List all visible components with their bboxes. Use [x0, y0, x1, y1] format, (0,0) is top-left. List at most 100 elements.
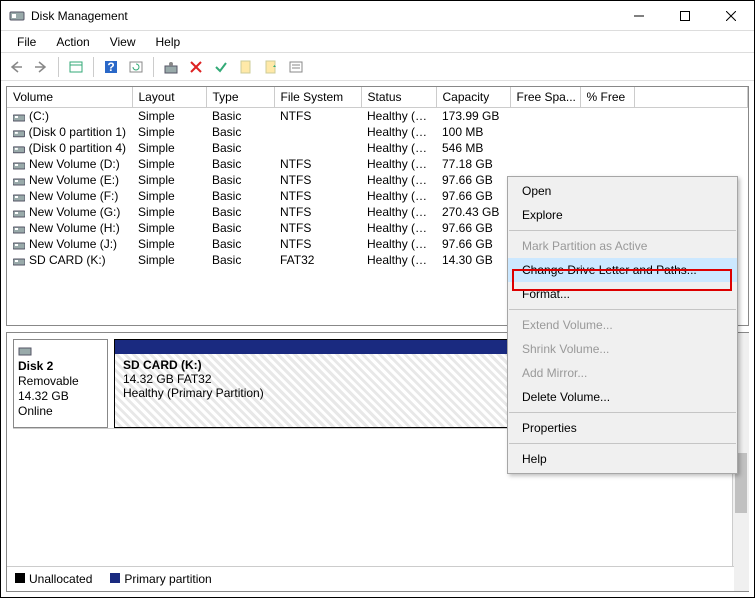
new-button[interactable] — [235, 56, 257, 78]
toolbar: ? — [1, 53, 754, 81]
volume-name: SD CARD (K:) — [29, 253, 106, 267]
partition-status: Healthy (Primary Partition) — [123, 386, 264, 400]
cell-type: Basic — [206, 108, 274, 125]
ctx-open[interactable]: Open — [508, 179, 737, 203]
col-fs[interactable]: File System — [274, 87, 361, 108]
list-button[interactable] — [285, 56, 307, 78]
cell-capacity: 97.66 GB — [436, 188, 510, 204]
cell-status: Healthy (B... — [361, 156, 436, 172]
cell-layout: Simple — [132, 252, 206, 268]
cell-fs: NTFS — [274, 204, 361, 220]
partition-size: 14.32 GB FAT32 — [123, 372, 212, 386]
cell-fs: NTFS — [274, 156, 361, 172]
maximize-button[interactable] — [662, 1, 708, 31]
volume-name: (Disk 0 partition 1) — [29, 125, 126, 139]
cell-layout: Simple — [132, 172, 206, 188]
col-pct[interactable]: % Free — [580, 87, 634, 108]
volume-name: New Volume (F:) — [29, 189, 118, 203]
settings-button[interactable] — [160, 56, 182, 78]
volume-name: (C:) — [29, 109, 49, 123]
ctx-change-letter[interactable]: Change Drive Letter and Paths... — [508, 258, 737, 282]
disk-title: Disk 2 — [18, 359, 103, 373]
disk-size: 14.32 GB — [18, 389, 103, 403]
cell-fs — [274, 140, 361, 156]
apply-button[interactable] — [210, 56, 232, 78]
ctx-delete[interactable]: Delete Volume... — [508, 385, 737, 409]
col-free[interactable]: Free Spa... — [510, 87, 580, 108]
rescan-button[interactable] — [260, 56, 282, 78]
view-button[interactable] — [65, 56, 87, 78]
cell-capacity: 100 MB — [436, 124, 510, 140]
window-title: Disk Management — [31, 9, 616, 23]
menu-help[interactable]: Help — [146, 33, 191, 51]
forward-button[interactable] — [30, 56, 52, 78]
back-button[interactable] — [5, 56, 27, 78]
cell-type: Basic — [206, 236, 274, 252]
cell-type: Basic — [206, 172, 274, 188]
content-area: Volume Layout Type File System Status Ca… — [1, 81, 754, 597]
delete-button[interactable] — [185, 56, 207, 78]
ctx-help[interactable]: Help — [508, 447, 737, 471]
cell-layout: Simple — [132, 140, 206, 156]
cell-fs — [274, 124, 361, 140]
volume-icon — [13, 175, 25, 185]
ctx-format[interactable]: Format... — [508, 282, 737, 306]
cell-status: Healthy (B... — [361, 220, 436, 236]
volume-name: New Volume (J:) — [29, 237, 117, 251]
table-row[interactable]: (Disk 0 partition 4)SimpleBasicHealthy (… — [7, 140, 748, 156]
cell-type: Basic — [206, 220, 274, 236]
disk-icon — [18, 344, 32, 358]
col-status[interactable]: Status — [361, 87, 436, 108]
cell-capacity: 97.66 GB — [436, 236, 510, 252]
disk-state: Online — [18, 404, 103, 418]
volume-icon — [13, 127, 25, 137]
cell-type: Basic — [206, 140, 274, 156]
cell-fs: NTFS — [274, 220, 361, 236]
cell-type: Basic — [206, 188, 274, 204]
cell-type: Basic — [206, 156, 274, 172]
table-row[interactable]: (Disk 0 partition 1)SimpleBasicHealthy (… — [7, 124, 748, 140]
table-row[interactable]: New Volume (D:) SimpleBasicNTFSHealthy (B… — [7, 156, 748, 172]
volume-name: New Volume (D:) — [29, 157, 120, 171]
cell-layout: Simple — [132, 108, 206, 125]
cell-type: Basic — [206, 204, 274, 220]
col-type[interactable]: Type — [206, 87, 274, 108]
help-button[interactable]: ? — [100, 56, 122, 78]
volume-icon — [13, 239, 25, 249]
ctx-mirror: Add Mirror... — [508, 361, 737, 385]
ctx-explore[interactable]: Explore — [508, 203, 737, 227]
refresh-button[interactable] — [125, 56, 147, 78]
cell-status: Healthy (B... — [361, 236, 436, 252]
cell-fs: NTFS — [274, 188, 361, 204]
cell-capacity: 546 MB — [436, 140, 510, 156]
context-menu: Open Explore Mark Partition as Active Ch… — [507, 176, 738, 474]
col-volume[interactable]: Volume — [7, 87, 132, 108]
cell-fs: NTFS — [274, 172, 361, 188]
menu-view[interactable]: View — [100, 33, 146, 51]
cell-capacity: 97.66 GB — [436, 172, 510, 188]
ctx-properties[interactable]: Properties — [508, 416, 737, 440]
col-capacity[interactable]: Capacity — [436, 87, 510, 108]
cell-layout: Simple — [132, 220, 206, 236]
cell-status: Healthy (P... — [361, 252, 436, 268]
close-button[interactable] — [708, 1, 754, 31]
legend-unallocated: Unallocated — [29, 572, 92, 586]
disk-kind: Removable — [18, 374, 103, 388]
menu-file[interactable]: File — [7, 33, 46, 51]
cell-status: Healthy (B... — [361, 204, 436, 220]
cell-layout: Simple — [132, 156, 206, 172]
cell-capacity: 14.30 GB — [436, 252, 510, 268]
cell-status: Healthy (R... — [361, 140, 436, 156]
cell-layout: Simple — [132, 204, 206, 220]
table-row[interactable]: (C:)SimpleBasicNTFSHealthy (B...173.99 G… — [7, 108, 748, 125]
column-headers[interactable]: Volume Layout Type File System Status Ca… — [7, 87, 748, 108]
cell-layout: Simple — [132, 236, 206, 252]
ctx-extend: Extend Volume... — [508, 313, 737, 337]
volume-name: New Volume (E:) — [29, 173, 119, 187]
minimize-button[interactable] — [616, 1, 662, 31]
volume-name: New Volume (G:) — [29, 205, 120, 219]
svg-text:?: ? — [107, 60, 114, 74]
col-layout[interactable]: Layout — [132, 87, 206, 108]
menu-action[interactable]: Action — [46, 33, 99, 51]
disk-header[interactable]: Disk 2 Removable 14.32 GB Online — [13, 339, 108, 428]
